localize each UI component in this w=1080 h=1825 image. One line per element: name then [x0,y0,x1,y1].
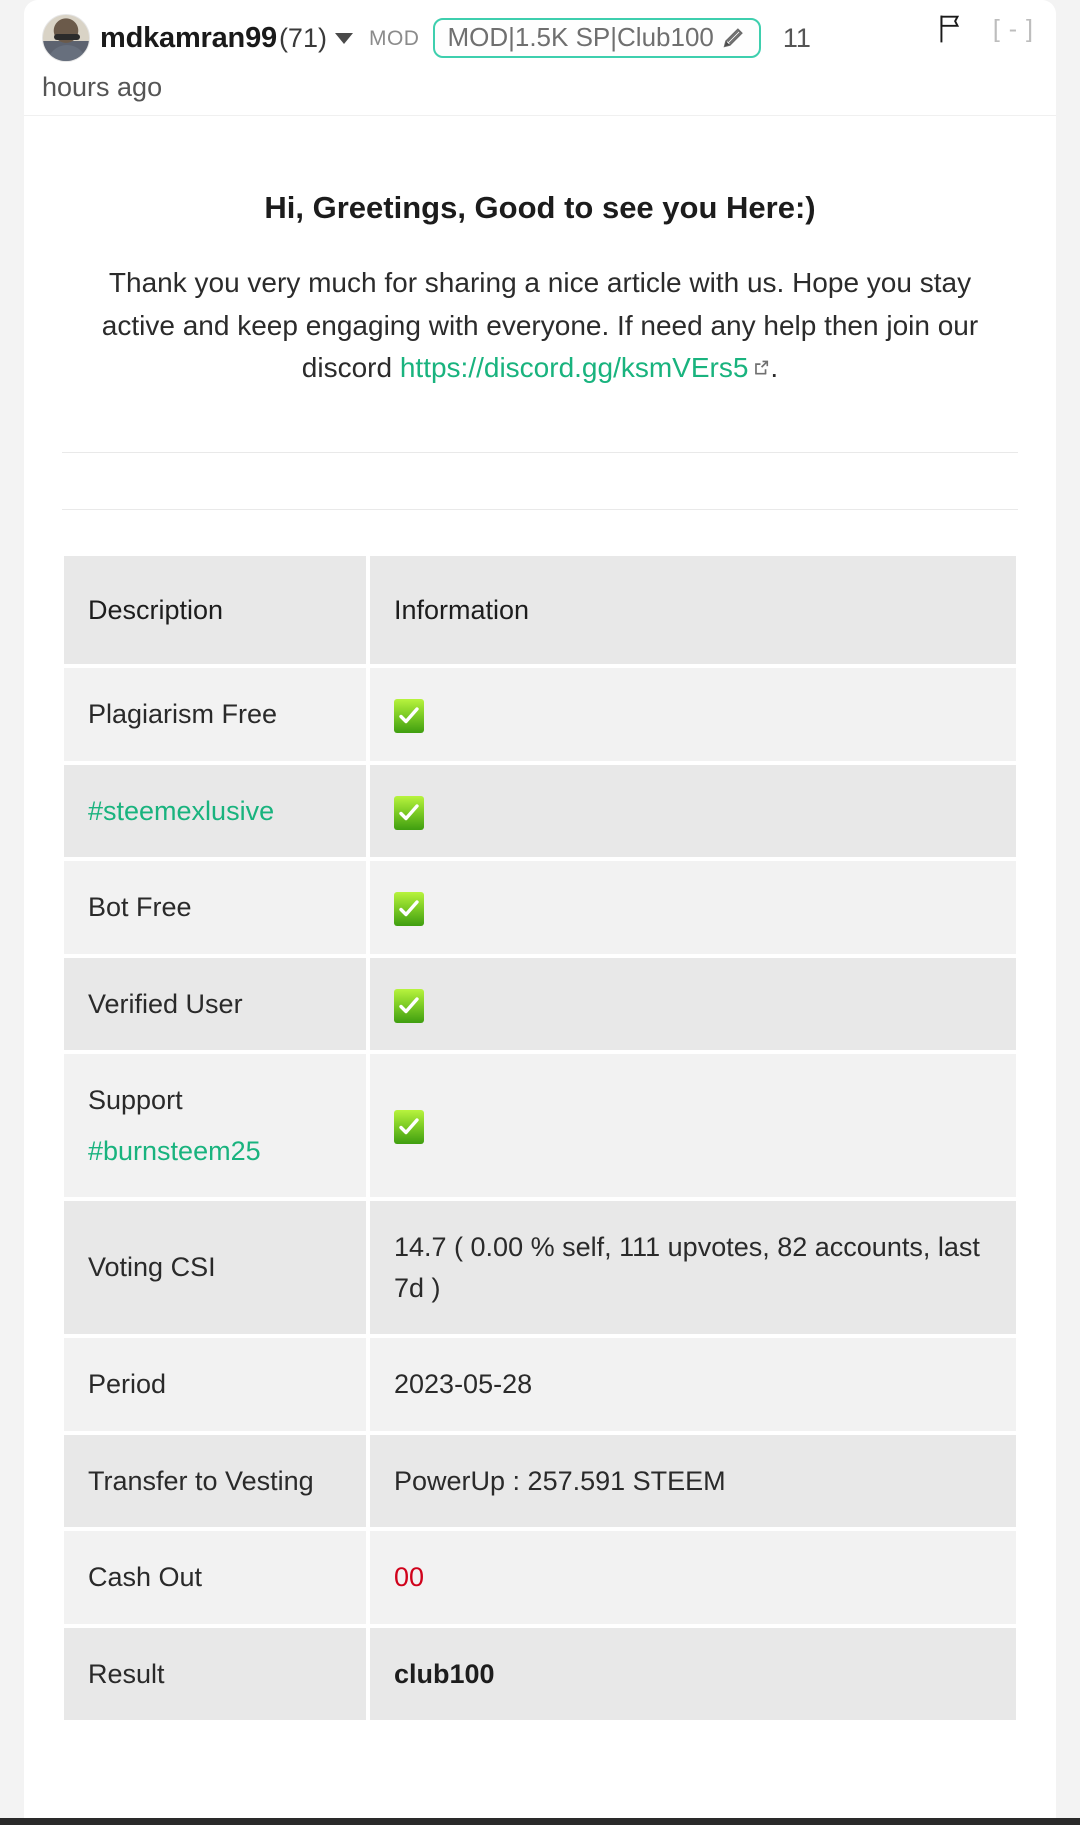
table-cell-description: #steemexlusive [64,764,366,858]
divider-bottom [62,508,1018,510]
information-value: 2023-05-28 [394,1369,533,1400]
comment-body: Hi, Greetings, Good to see you Here:) Th… [24,190,1056,1724]
description-label: Result [88,1658,165,1689]
information-value: 00 [394,1562,425,1593]
intro-paragraph: Thank you very much for sharing a nice a… [60,262,1020,390]
description-label: Transfer to Vesting [88,1465,314,1496]
collapse-toggle[interactable]: [ - ] [993,15,1034,44]
description-label: Plagiarism Free [88,699,278,730]
mod-role-label: MOD [368,26,420,50]
external-link-icon [753,346,770,375]
mod-badge[interactable]: MOD|1.5K SP|Club100 [433,18,761,58]
greeting-heading: Hi, Greetings, Good to see you Here:) [264,190,816,225]
author-reputation: (71) [278,22,327,53]
table-row: Transfer to Vesting PowerUp : 257.591 STE… [64,1434,1016,1528]
column-header-description: Description [64,555,366,665]
table-cell-information [370,668,1016,761]
table-cell-description: Transfer to Vesting [64,1434,366,1528]
description-label: Voting CSI [88,1252,216,1283]
discord-link[interactable]: https://discord.gg/ksmVErs5 [400,352,749,383]
checkmark-icon [394,892,424,927]
table-body: Plagiarism Free #steemexlusive Bot Free Ver… [64,668,1016,1721]
checkmark-icon [394,988,424,1023]
comment-age-second: hours ago [42,72,163,102]
checkmark-icon [394,795,424,830]
table-cell-information: 2023-05-28 [370,1338,1016,1431]
table-cell-description: Support #burnsteem25 [64,1054,366,1198]
checkmark-icon [394,1110,424,1145]
table-cell-description: Bot Free [64,861,366,954]
table-cell-information: 14.7 ( 0.00 % self, 111 upvotes, 82 acco… [370,1201,1016,1335]
bottom-bar [0,1818,1080,1825]
description-label: Period [88,1369,167,1400]
table-cell-information: PowerUp : 257.591 STEEM [370,1434,1016,1528]
table-cell-information [370,957,1016,1051]
intro-text-after: . [770,352,779,384]
description-label[interactable]: #steemexlusive [88,791,342,832]
comment-header: mdkamran99 (71) MOD MOD|1.5K SP|Club100 … [24,0,1056,116]
avatar[interactable] [42,14,90,62]
description-label: Support [88,1085,183,1116]
column-header-information: Information [370,555,1016,665]
table-cell-description: Result [64,1627,366,1721]
table-cell-description: Cash Out [64,1531,366,1624]
table-header-row: Description Information [64,555,1016,665]
divider-top [62,451,1018,453]
description-label: Bot Free [88,892,192,923]
comment-card: mdkamran99 (71) MOD MOD|1.5K SP|Club100 … [24,0,1056,1818]
information-value: 14.7 ( 0.00 % self, 111 upvotes, 82 acco… [394,1232,980,1303]
description-label: Verified User [88,988,243,1019]
table-row: Support #burnsteem25 [64,1054,1016,1198]
table-row: Result club100 [64,1627,1016,1721]
mod-badge-label: MOD|1.5K SP|Club100 [447,22,714,52]
table-row: Bot Free [64,861,1016,954]
comment-age-first: 11 [782,22,811,53]
table-row: Plagiarism Free [64,668,1016,761]
table-cell-information: club100 [370,1627,1016,1721]
table-cell-description: Period [64,1338,366,1431]
checkmark-icon [394,699,424,734]
table-cell-information [370,861,1016,954]
table-cell-description: Voting CSI [64,1201,366,1335]
table-cell-information [370,1054,1016,1198]
verification-table: Description Information Plagiarism Free #… [60,552,1020,1725]
chevron-down-icon[interactable] [334,32,353,44]
table-row: Period 2023-05-28 [64,1338,1016,1431]
table-row: #steemexlusive [64,764,1016,858]
information-value: PowerUp : 257.591 STEEM [394,1465,726,1496]
table-row: Voting CSI 14.7 ( 0.00 % self, 111 upvote… [64,1201,1016,1335]
pencil-icon [721,24,747,50]
table-row: Verified User [64,957,1016,1051]
table-cell-information [370,764,1016,858]
flag-icon[interactable] [937,14,963,44]
table-cell-description: Verified User [64,957,366,1051]
author-username[interactable]: mdkamran99 [100,23,277,53]
information-value: club100 [394,1658,495,1689]
table-row: Cash Out 00 [64,1531,1016,1624]
description-label: Cash Out [88,1562,203,1593]
table-cell-description: Plagiarism Free [64,668,366,761]
description-sub-label[interactable]: #burnsteem25 [88,1131,342,1172]
table-cell-information: 00 [370,1531,1016,1624]
